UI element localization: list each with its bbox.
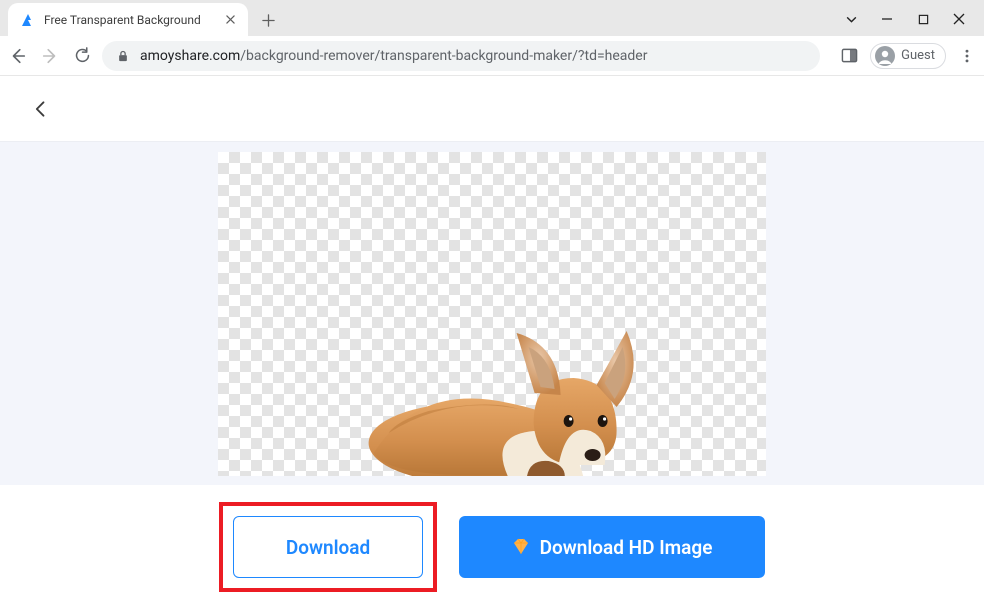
profile-label: Guest [901, 48, 935, 63]
page-header [0, 76, 984, 142]
url-text: amoyshare.com/background-remover/transpa… [140, 48, 647, 64]
result-image[interactable] [218, 152, 766, 476]
back-icon[interactable] [8, 46, 28, 66]
actions-bar: Download Download HD Image [0, 485, 984, 609]
close-tab-icon[interactable] [222, 12, 238, 28]
maximize-icon[interactable] [916, 12, 930, 26]
close-icon[interactable] [952, 12, 966, 26]
reload-icon[interactable] [72, 46, 92, 66]
download-hd-button-label: Download HD Image [540, 536, 713, 559]
chevron-down-icon[interactable] [844, 12, 858, 26]
menu-icon[interactable] [958, 47, 976, 65]
nav-buttons [8, 46, 92, 66]
diamond-icon [512, 538, 530, 556]
toolbar-right: Guest [830, 43, 976, 69]
subject-image [359, 303, 649, 476]
download-hd-button[interactable]: Download HD Image [459, 516, 765, 578]
avatar-icon [875, 46, 895, 66]
window-controls [844, 12, 984, 36]
titlebar: Free Transparent Background [0, 0, 984, 36]
highlight-annotation: Download [219, 502, 437, 592]
minimize-icon[interactable] [880, 12, 894, 26]
favicon-icon [20, 12, 36, 28]
side-panel-icon[interactable] [840, 47, 858, 65]
new-tab-button[interactable] [254, 6, 282, 34]
page-back-button[interactable] [28, 96, 54, 122]
url-path: /background-remover/transparent-backgrou… [240, 48, 647, 64]
browser-tab[interactable]: Free Transparent Background [8, 3, 248, 36]
profile-chip[interactable]: Guest [870, 43, 946, 69]
tab-title: Free Transparent Background [44, 13, 214, 27]
url-host: amoyshare.com [140, 48, 240, 64]
address-bar[interactable]: amoyshare.com/background-remover/transpa… [102, 41, 820, 71]
download-button[interactable]: Download [233, 516, 423, 578]
toolbar: amoyshare.com/background-remover/transpa… [0, 36, 984, 76]
download-button-label: Download [286, 536, 370, 559]
lock-icon [116, 49, 130, 63]
forward-icon [40, 46, 60, 66]
canvas-area [0, 142, 984, 485]
